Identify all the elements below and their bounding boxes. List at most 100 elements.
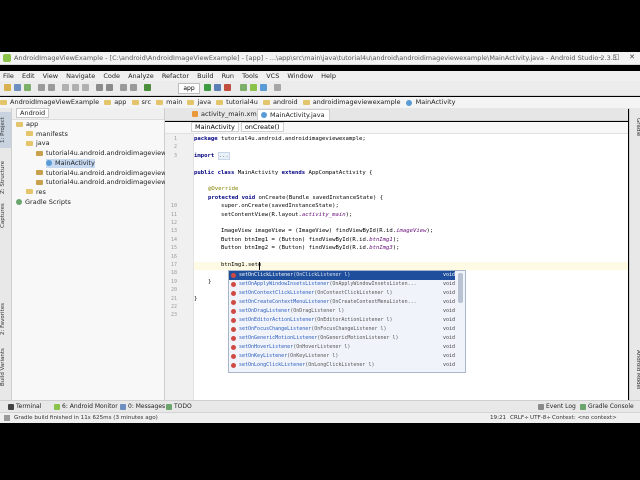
menu-refactor[interactable]: Refactor: [162, 72, 189, 80]
tree-item[interactable]: app: [16, 120, 38, 129]
nav-crumb-package[interactable]: androidimageviewexample: [302, 97, 401, 108]
forward-icon[interactable]: [130, 84, 137, 91]
tab-android-monitor[interactable]: 6: Android Monitor: [54, 401, 118, 412]
completion-text: setOnEditorActionListener(OnEditorAction…: [239, 316, 393, 325]
tree-item[interactable]: res: [26, 188, 46, 197]
menu-analyze[interactable]: Analyze: [128, 72, 154, 80]
nav-crumb-app[interactable]: app: [104, 97, 126, 108]
gradle-sync-icon[interactable]: [240, 84, 247, 91]
menu-vcs[interactable]: VCS: [266, 72, 279, 80]
back-icon[interactable]: [120, 84, 127, 91]
tab-gradle-console[interactable]: Gradle Console: [580, 401, 634, 412]
undo-icon[interactable]: [38, 84, 45, 91]
code-line: Button btnImg2 = (Button) findViewById(R…: [221, 245, 400, 251]
file-encoding[interactable]: UTF-8÷: [530, 413, 551, 423]
folder-icon: [187, 100, 195, 105]
menu-navigate[interactable]: Navigate: [66, 72, 95, 80]
open-folder-icon[interactable]: [4, 84, 11, 91]
tool-tab-project[interactable]: 1: Project: [0, 112, 11, 148]
nav-crumb-android[interactable]: android: [262, 97, 298, 108]
menu-file[interactable]: File: [3, 72, 14, 80]
menu-edit[interactable]: Edit: [22, 72, 35, 80]
paste-icon[interactable]: [82, 84, 89, 91]
cut-icon[interactable]: [62, 84, 69, 91]
sync-icon[interactable]: [24, 84, 31, 91]
tool-tab-structure[interactable]: Z: Structure: [0, 160, 11, 196]
avd-manager-icon[interactable]: [250, 84, 257, 91]
run-config-select[interactable]: app: [178, 83, 200, 94]
redo-icon[interactable]: [48, 84, 55, 91]
run-icon[interactable]: [204, 84, 211, 91]
make-project-icon[interactable]: [144, 84, 151, 91]
tab-messages[interactable]: 0: Messages: [120, 401, 165, 412]
completion-item[interactable]: setOnDragListener(OnDragListener l) void: [229, 307, 455, 316]
fold-marker[interactable]: ...: [217, 152, 230, 160]
completion-return-type: void: [443, 335, 456, 341]
find-icon[interactable]: [96, 84, 103, 91]
completion-item[interactable]: setOnGenericMotionListener(OnGenericMoti…: [229, 334, 455, 343]
copy-icon[interactable]: [72, 84, 79, 91]
menu-tools[interactable]: Tools: [242, 72, 258, 80]
tab-terminal[interactable]: Terminal: [8, 401, 41, 412]
crumb-method[interactable]: onCreate(): [240, 122, 284, 132]
completion-item[interactable]: setOnHoverListener(OnHoverListener l) voi…: [229, 343, 455, 352]
tree-item[interactable]: java: [26, 139, 50, 148]
tab-todo[interactable]: TODO: [166, 401, 192, 412]
code-completion-popup[interactable]: setOnClickListener(OnClickListener l) voi…: [228, 270, 466, 373]
minimize-button[interactable]: –: [592, 53, 608, 62]
tree-item[interactable]: Gradle Scripts: [16, 198, 71, 207]
code-line: package tutorial4u.android.androidimagev…: [194, 136, 366, 142]
line-number: 10: [170, 203, 177, 210]
nav-crumb-project[interactable]: AndroidImageViewExample: [0, 97, 99, 108]
completion-signature: (OnCreateContextMenuListen...: [329, 299, 417, 305]
completion-item[interactable]: setOnKeyListener(OnKeyListener l) void: [229, 352, 455, 361]
tab-event-log[interactable]: Event Log: [538, 401, 576, 412]
tool-tab-build-variants[interactable]: Build Variants: [0, 346, 11, 388]
completion-item[interactable]: setOnLongClickListener(OnLongClickListen…: [229, 361, 455, 370]
sdk-manager-icon[interactable]: [260, 84, 267, 91]
completion-item[interactable]: setOnApplyWindowInsetsListener(OnApplyWi…: [229, 280, 455, 289]
save-all-icon[interactable]: [14, 84, 21, 91]
context-indicator[interactable]: Context: <no context>: [552, 413, 617, 423]
replace-icon[interactable]: [106, 84, 113, 91]
completion-scrollbar[interactable]: [458, 273, 463, 303]
completion-item[interactable]: setOnEditorActionListener(OnEditorAction…: [229, 316, 455, 325]
tree-item[interactable]: MainActivity: [46, 158, 95, 168]
menu-help[interactable]: Help: [321, 72, 336, 80]
menu-code[interactable]: Code: [103, 72, 120, 80]
tab-activity-main-xml[interactable]: activity_main.xml: [189, 109, 263, 119]
debug-icon[interactable]: [214, 84, 221, 91]
tool-tab-android-model[interactable]: Android Model: [630, 348, 640, 392]
menu-view[interactable]: View: [43, 72, 58, 80]
tree-item[interactable]: manifests: [26, 130, 68, 139]
nav-crumb-java[interactable]: java: [187, 97, 211, 108]
completion-signature: (OnKeyListener l): [287, 353, 339, 359]
menu-build[interactable]: Build: [197, 72, 213, 80]
package-icon: [36, 179, 43, 185]
nav-crumb-tutorial4u[interactable]: tutorial4u: [216, 97, 258, 108]
line-separator[interactable]: CRLF÷: [510, 413, 529, 423]
code-line: }: [194, 296, 198, 302]
completion-item[interactable]: setOnClickListener(OnClickListener l) voi…: [229, 271, 455, 280]
stop-icon[interactable]: [224, 84, 231, 91]
nav-crumb-src[interactable]: src: [131, 97, 151, 108]
completion-item[interactable]: setOnCreateContextMenuListener(OnCreateC…: [229, 298, 455, 307]
tool-tab-captures[interactable]: Captures: [0, 202, 11, 230]
tool-tab-gradle[interactable]: Gradle: [630, 114, 640, 140]
cursor-position[interactable]: 19:21: [490, 413, 506, 423]
tool-tab-favorites[interactable]: 2: Favorites: [0, 302, 11, 336]
folder-icon: [262, 100, 270, 105]
folder-icon: [26, 189, 33, 195]
nav-crumb-main[interactable]: main: [156, 97, 182, 108]
nav-crumb-class[interactable]: MainActivity: [405, 97, 455, 108]
crumb-class[interactable]: MainActivity: [191, 122, 239, 132]
project-view-select[interactable]: Android: [16, 108, 50, 118]
menu-run[interactable]: Run: [222, 72, 234, 80]
completion-item[interactable]: setOnContextClickListener(OnContextClick…: [229, 289, 455, 298]
maximize-button[interactable]: □: [608, 53, 624, 62]
completion-item[interactable]: setOnFocusChangeListener(OnFocusChangeLi…: [229, 325, 455, 334]
close-button[interactable]: ✕: [624, 53, 640, 62]
menu-window[interactable]: Window: [287, 72, 313, 80]
help-icon[interactable]: [274, 84, 281, 91]
tab-main-activity-java[interactable]: MainActivity.java: [257, 109, 330, 120]
